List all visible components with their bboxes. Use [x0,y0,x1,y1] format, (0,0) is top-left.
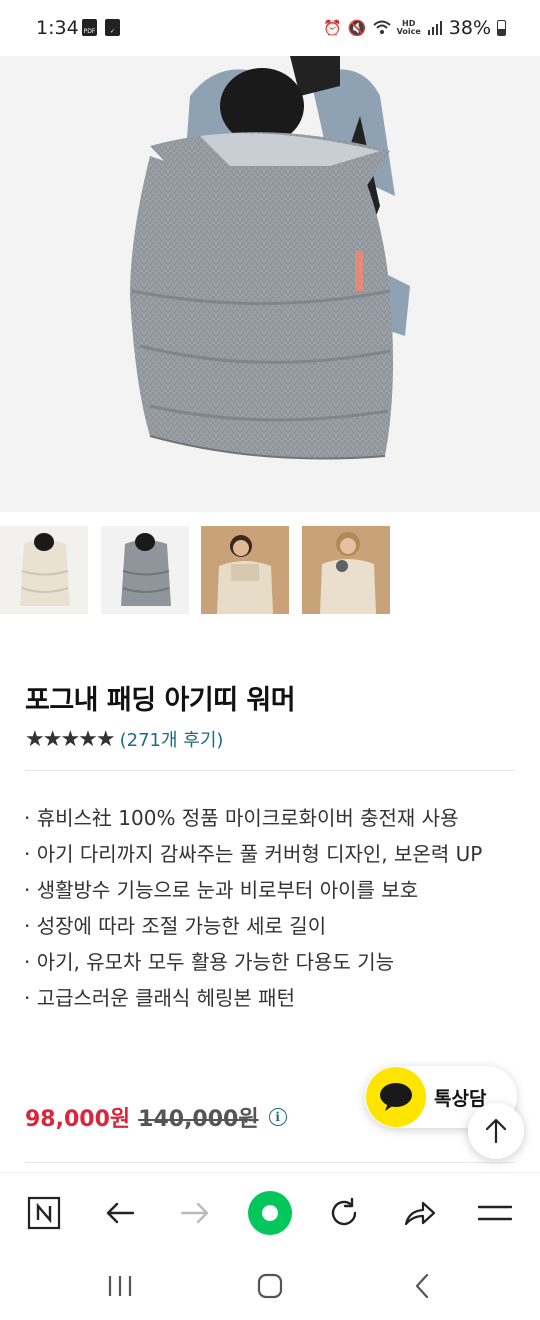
thumbnail-gray-warmer[interactable] [101,526,189,614]
status-bar: 1:34 PDF ✓ ⏰ 🔇 HD Voice 38% [0,0,540,56]
system-icons: ⏰ 🔇 HD Voice 38% [323,17,506,39]
info-icon[interactable]: i [268,1108,287,1126]
review-count-link[interactable]: (271개 후기) [120,726,224,752]
arrow-up-icon [485,1118,507,1144]
menu-button[interactable] [473,1191,517,1235]
feature-item: · 휴비스社 100% 정품 마이크로화이버 충전재 사용 [24,806,459,830]
feature-item: · 아기 다리까지 감싸주는 풀 커버형 디자인, 보온력 UP [24,842,483,866]
naver-home-button[interactable] [22,1191,66,1235]
green-dot-button[interactable] [248,1191,292,1235]
recent-apps-button[interactable] [100,1268,140,1304]
back-icon [415,1273,429,1299]
back-nav-button[interactable] [402,1268,442,1304]
notification-icons: PDF ✓ [82,19,120,36]
feature-item: · 성장에 따라 조절 가능한 세로 길이 [24,914,327,938]
price-row: 98,000원 140,000원 i [25,1101,287,1133]
green-dot-icon [248,1191,292,1235]
thumbnail-man-wearing-beige[interactable] [201,526,289,614]
forward-button[interactable] [173,1191,217,1235]
back-button[interactable] [98,1191,142,1235]
recent-apps-icon [108,1276,132,1296]
menu-icon [478,1205,512,1221]
battery-percent: 38% [448,17,491,39]
feature-item: · 생활방수 기능으로 눈과 비로부터 아이를 보호 [24,878,419,902]
divider [25,1162,515,1163]
product-title: 포그내 패딩 아기띠 워머 [25,685,296,716]
divider [25,770,515,771]
check-box-icon: ✓ [105,19,120,36]
home-button[interactable] [250,1268,290,1304]
thumbnail-strip [0,526,540,614]
rating-row: ★★★★★ (271개 후기) [25,726,223,752]
refresh-icon [331,1197,357,1226]
hd-voice-icon: HD Voice [396,19,421,36]
talk-consult-label: 톡상담 [434,1087,487,1110]
battery-icon [497,20,506,36]
feature-list: · 휴비스社 100% 정품 마이크로화이버 충전재 사용 · 아기 다리까지 … [24,800,516,1016]
mute-icon: 🔇 [347,19,367,37]
share-icon [404,1201,436,1226]
thumbnail-woman-wearing-beige[interactable] [302,526,390,614]
feature-item: · 고급스러운 클래식 헤링본 패턴 [24,986,295,1010]
signal-icon [427,21,442,35]
original-price: 140,000원 [138,1107,259,1132]
gray-padded-warmer-illustration [0,56,540,512]
back-arrow-icon [106,1202,135,1224]
naver-home-icon [27,1196,61,1230]
refresh-button[interactable] [322,1191,366,1235]
product-main-image[interactable] [0,56,540,512]
forward-arrow-icon [180,1202,209,1224]
browser-toolbar [0,1172,540,1252]
clock: 1:34 [36,17,79,39]
scroll-to-top-button[interactable] [468,1103,524,1159]
thumbnail-beige-warmer[interactable] [0,526,88,614]
kakao-talk-icon [366,1067,426,1127]
pdf-icon: PDF [82,19,97,36]
sale-price: 98,000원 [25,1107,131,1132]
wifi-icon [372,20,391,34]
star-rating-icon: ★★★★★ [25,726,116,752]
share-button[interactable] [398,1191,442,1235]
hd-label: HD [402,19,416,28]
system-nav-bar [0,1252,540,1320]
alarm-icon: ⏰ [323,19,342,37]
home-icon [257,1273,283,1299]
feature-item: · 아기, 유모차 모두 활용 가능한 다용도 기능 [24,950,395,974]
